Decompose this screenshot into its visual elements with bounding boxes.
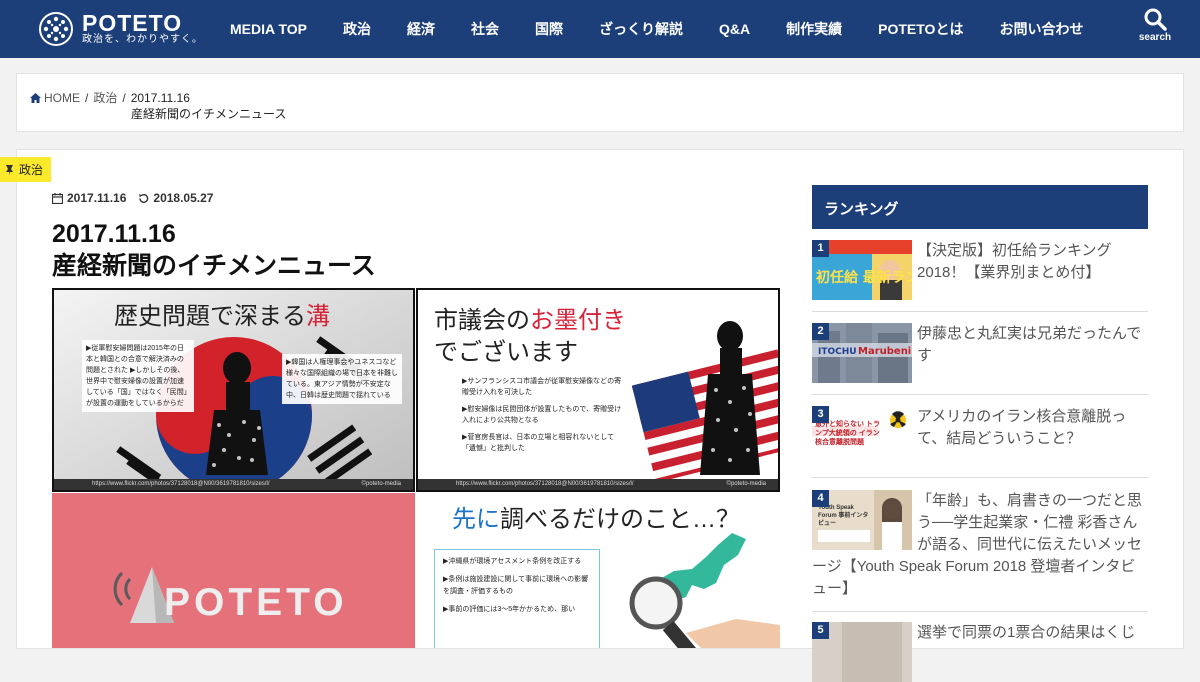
featured-image: 歴史問題で深まる溝 ▶従軍慰安婦問題は2015年の日本と韓国との合意で解決済みの… (52, 288, 780, 648)
panel2-bullet: ▶慰安婦像は民間団体が設置したもので、寄贈受け入れにより公共物となる (462, 406, 622, 424)
panel1-credit-strip: https://www.flickr.com/photos/37128018@N… (54, 479, 413, 490)
post-title-line2: 産経新聞のイチメンニュース (52, 252, 376, 280)
category-badge-label: 政治 (19, 163, 44, 177)
breadcrumb: HOME / 政治 / 2017.11.16 産経新聞のイチメンニュース (16, 73, 1184, 132)
panel4-heading-text: 調べるだけのこと…？ (500, 506, 740, 533)
thumb1-text: 初任給 最新ランキング (816, 269, 912, 286)
panel1-heading: 歴史問題で深まる溝 (114, 296, 330, 331)
main-nav: MEDIA TOP 政治 経済 社会 国際 ざっくり解説 Q&A 制作実績 PO… (212, 0, 1101, 58)
image-panel-okinawa: 先に調べるだけのこと…？ ▶沖縄県が環境アセスメント条例を改正する ▶条例は施設… (416, 493, 780, 648)
ranking-item[interactable]: Marubeni ITOCHU 2 伊藤忠と丸紅実は兄弟だったんです (812, 323, 1148, 395)
nav-about[interactable]: POTETOとは (860, 19, 981, 39)
image-panel-poteto-brand: POTETO (52, 493, 415, 648)
panel2-credit-strip: https://www.flickr.com/photos/37128018@N… (418, 479, 778, 490)
ranking-number: 1 (812, 240, 829, 257)
panel2-heading-line2: でございます (434, 339, 578, 366)
breadcrumb-home-link[interactable]: HOME (44, 91, 80, 105)
update-icon (139, 193, 149, 203)
breadcrumb-separator: / (85, 90, 89, 105)
nav-international[interactable]: 国際 (517, 19, 581, 39)
post-title-line1: 2017.11.16 (52, 220, 176, 248)
panel4-heading-accent: 先に (452, 506, 500, 533)
ranking-number: 5 (812, 622, 829, 639)
nav-explainers[interactable]: ざっくり解説 (581, 19, 701, 39)
thumb2-text: Marubeni (858, 346, 911, 357)
category-pin-icon (6, 165, 13, 175)
ranking-item[interactable]: 5 選挙で同票の1票合の結果はくじ (812, 622, 1148, 682)
search-label: search (1138, 32, 1172, 43)
thumb4-text: Youth Speak Forum 事前インタビュー (818, 505, 869, 527)
ranking-item[interactable]: 3 意外と知らない トランプ大統領の イラン核合意離脱問題 アメリカのイラン核合… (812, 406, 1148, 478)
panel1-credit: ©poteto-media (361, 481, 401, 487)
ranking-thumbnail[interactable]: 3 意外と知らない トランプ大統領の イラン核合意離脱問題 (812, 406, 912, 466)
panel2-heading-text: 市議会の (434, 307, 530, 334)
panel2-bullet: ▶サンフランシスコ市議会が従軍慰安婦像などの寄贈受け入れを可決した (462, 378, 622, 396)
nav-qa[interactable]: Q&A (701, 21, 768, 37)
ranking-item-title[interactable]: アメリカのイラン核合意離脱って、結局どういうこと？ (917, 406, 1148, 450)
panel1-source-url: https://www.flickr.com/photos/37128018@N… (92, 481, 270, 487)
ranking-thumbnail[interactable]: 5 (812, 622, 912, 682)
breadcrumb-separator: / (122, 90, 126, 105)
panel4-heading: 先に調べるだけのこと…？ (452, 499, 740, 534)
ranking-item[interactable]: 4 Youth Speak Forum 事前インタビュー 「年齢」も、肩書きの一… (812, 490, 1148, 612)
nav-politics[interactable]: 政治 (325, 19, 389, 39)
ranking-thumbnail[interactable]: 初任給 最新ランキング 1 (812, 240, 912, 300)
panel4-bullet: ▶条例は施設建設に関して事前に環境への影響を調査・評価するもの (443, 576, 589, 595)
panel2-heading-accent: お墨付き (530, 307, 626, 334)
panel4-bullet: ▶沖縄県が環境アセスメント条例を改正する (443, 558, 582, 565)
panel1-heading-text: 歴史問題で深まる (114, 303, 306, 330)
breadcrumb-current-date: 2017.11.16 (130, 90, 190, 105)
panel1-note-right: ▶韓国は人権理事会やユネスコなど様々な国際組織の場で日本を非難している。東アジア… (282, 354, 402, 404)
panel1-heading-accent: 溝 (306, 303, 330, 330)
panel4-bullets: ▶沖縄県が環境アセスメント条例を改正する ▶条例は施設建設に関して事前に環境への… (434, 549, 600, 648)
ranking-item-title[interactable]: 伊藤忠と丸紅実は兄弟だったんです (917, 323, 1148, 367)
nav-economy[interactable]: 経済 (389, 19, 453, 39)
nav-works[interactable]: 制作実績 (768, 19, 860, 39)
home-icon (30, 92, 41, 103)
ranking-item-title[interactable]: 【決定版】初任給ランキング2018！【業界別まとめ付】 (917, 240, 1148, 284)
ranking-thumbnail[interactable]: Marubeni ITOCHU 2 (812, 323, 912, 383)
category-badge[interactable]: 政治 (0, 157, 52, 182)
ranking-number: 4 (812, 490, 829, 507)
updated-date: 2018.05.27 (153, 191, 214, 205)
logo-name: POTETO (82, 10, 183, 36)
nav-contact[interactable]: お問い合わせ (981, 19, 1101, 39)
ranking-number: 3 (812, 406, 829, 423)
search-button[interactable]: search (1136, 7, 1174, 43)
ranking-item[interactable]: 初任給 最新ランキング 1 【決定版】初任給ランキング2018！【業界別まとめ付… (812, 240, 1148, 312)
logo-mark-icon (39, 12, 73, 46)
panel1-note-left: ▶従軍慰安婦問題は2015年の日本と韓国との合意で解決済みの問題とされた ▶しか… (82, 340, 194, 412)
nav-society[interactable]: 社会 (453, 19, 517, 39)
panel2-credit: ©poteto-media (726, 481, 766, 487)
panel2-bullets: ▶サンフランシスコ市議会が従軍慰安婦像などの寄贈受け入れを可決した ▶慰安婦像は… (462, 376, 622, 460)
thumb3-text: 意外と知らない トランプ大統領の イラン核合意離脱問題 (815, 421, 880, 446)
site-logo[interactable]: POTETO 政治を、わかりやすく。 (38, 11, 203, 47)
site-header: POTETO 政治を、わかりやすく。 MEDIA TOP 政治 経済 社会 国際… (0, 0, 1200, 58)
logo-tagline: 政治を、わかりやすく。 (82, 34, 203, 45)
ranking-heading: ランキング (812, 185, 1148, 229)
poteto-wordmark: POTETO (164, 581, 348, 624)
nav-media-top[interactable]: MEDIA TOP (212, 21, 325, 37)
ranking-number: 2 (812, 323, 829, 340)
search-icon (1144, 8, 1167, 31)
post-dates: 2017.11.16 2018.05.27 (52, 191, 225, 205)
post-title: 2017.11.16 産経新聞のイチメンニュース (52, 218, 752, 282)
image-panel-city-council: 市議会のお墨付き でございます ▶サンフランシスコ市議会が従軍慰安婦像などの寄贈… (416, 288, 780, 492)
panel2-heading-line1: 市議会のお墨付き (434, 300, 626, 335)
posted-date: 2017.11.16 (67, 191, 127, 205)
svg-text:ITOCHU: ITOCHU (818, 347, 857, 357)
panel4-bullet: ▶事前の評価には3〜5年かかるため、那い (443, 606, 576, 613)
ranking-item-title[interactable]: 選挙で同票の1票合の結果はくじ (917, 622, 1148, 644)
ranking-thumbnail[interactable]: 4 Youth Speak Forum 事前インタビュー (812, 490, 912, 550)
panel2-bullet: ▶菅官房長官は、日本の立場と相容れないとして「遺憾」と批判した (462, 434, 615, 452)
panel2-source-url: https://www.flickr.com/photos/37128018@N… (456, 481, 634, 487)
calendar-icon (52, 192, 63, 204)
breadcrumb-current-title: 産経新聞のイチメンニュース (131, 107, 287, 121)
breadcrumb-category-link[interactable]: 政治 (93, 89, 117, 106)
image-panel-history: 歴史問題で深まる溝 ▶従軍慰安婦問題は2015年の日本と韓国との合意で解決済みの… (52, 288, 415, 492)
